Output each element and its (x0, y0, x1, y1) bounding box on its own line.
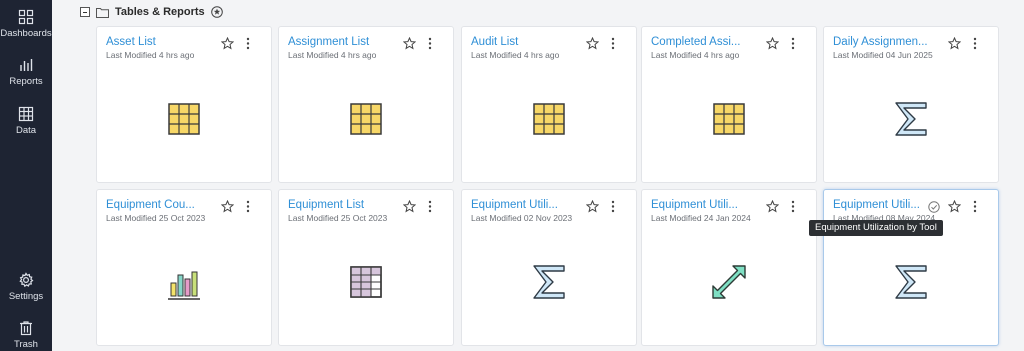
more-options-icon[interactable] (608, 200, 618, 213)
sigma-icon (895, 265, 927, 299)
sidebar-item-label: Settings (8, 291, 44, 302)
more-options-icon[interactable] (425, 200, 435, 213)
report-card[interactable]: Audit List Last Modified 4 hrs ago (461, 26, 637, 183)
gear-icon (19, 272, 34, 288)
star-icon[interactable] (766, 37, 779, 50)
star-icon[interactable] (766, 200, 779, 213)
card-modified: Last Modified 04 Jun 2025 (833, 50, 933, 60)
favorite-badge-icon[interactable] (210, 6, 223, 18)
more-options-icon[interactable] (243, 37, 253, 50)
sidebar-item-label: Reports (9, 76, 43, 87)
star-icon[interactable] (586, 37, 599, 50)
section-title: Tables & Reports (115, 6, 205, 18)
folder-icon (96, 7, 109, 18)
card-modified: Last Modified 4 hrs ago (288, 50, 377, 60)
pivot-table-icon (350, 266, 382, 298)
report-card[interactable]: Equipment Utili... Last Modified 24 Jan … (641, 189, 817, 346)
table-icon (168, 103, 200, 135)
star-icon[interactable] (403, 200, 416, 213)
card-title[interactable]: Completed Assi... (651, 36, 766, 48)
star-icon[interactable] (586, 200, 599, 213)
star-icon[interactable] (221, 37, 234, 50)
more-options-icon[interactable] (970, 37, 980, 50)
more-options-icon[interactable] (788, 200, 798, 213)
card-title[interactable]: Asset List (106, 36, 221, 48)
more-options-icon[interactable] (788, 37, 798, 50)
card-modified: Last Modified 02 Nov 2023 (471, 213, 573, 223)
section-header: Tables & Reports (80, 4, 223, 20)
sidebar: Dashboards Reports Data Settings Trash (0, 0, 52, 351)
table-icon (350, 103, 382, 135)
more-options-icon[interactable] (608, 37, 618, 50)
card-title[interactable]: Assignment List (288, 36, 403, 48)
report-card[interactable]: Equipment List Last Modified 25 Oct 2023 (278, 189, 454, 346)
sidebar-item-settings[interactable]: Settings (0, 272, 52, 302)
trash-icon (20, 321, 32, 336)
card-modified: Last Modified 25 Oct 2023 (288, 213, 388, 223)
sidebar-item-reports[interactable]: Reports (0, 57, 52, 87)
main-content: Tables & Reports Asset List Last Modifie… (52, 0, 1024, 351)
card-modified: Last Modified 25 Oct 2023 (106, 213, 206, 223)
report-card[interactable]: Daily Assignmen... Last Modified 04 Jun … (823, 26, 999, 183)
sidebar-item-label: Dashboards (0, 28, 52, 39)
sidebar-item-dashboards[interactable]: Dashboards (0, 9, 52, 39)
check-circle-icon (928, 201, 940, 213)
collapse-toggle[interactable] (80, 7, 90, 17)
tooltip: Equipment Utilization by Tool (809, 220, 943, 236)
dashboards-icon (18, 9, 34, 25)
card-modified: Last Modified 4 hrs ago (471, 50, 560, 60)
more-options-icon[interactable] (243, 200, 253, 213)
bar-chart-icon (168, 271, 200, 300)
star-icon[interactable] (948, 200, 961, 213)
reports-icon (20, 59, 33, 71)
report-card[interactable]: Completed Assi... Last Modified 4 hrs ag… (641, 26, 817, 183)
sidebar-item-data[interactable]: Data (0, 106, 52, 136)
sidebar-item-label: Trash (14, 339, 38, 350)
card-title[interactable]: Equipment List (288, 199, 403, 211)
report-card[interactable]: Equipment Utili... Last Modified 02 Nov … (461, 189, 637, 346)
star-icon[interactable] (403, 37, 416, 50)
sigma-icon (533, 265, 565, 299)
report-card[interactable]: Asset List Last Modified 4 hrs ago (96, 26, 272, 183)
more-options-icon[interactable] (425, 37, 435, 50)
card-title[interactable]: Equipment Utili... (651, 199, 766, 211)
report-card[interactable]: Assignment List Last Modified 4 hrs ago (278, 26, 454, 183)
card-title[interactable]: Daily Assignmen... (833, 36, 948, 48)
card-title[interactable]: Equipment Utili... (471, 199, 586, 211)
card-modified: Last Modified 4 hrs ago (651, 50, 740, 60)
star-icon[interactable] (948, 37, 961, 50)
report-card[interactable]: Equipment Cou... Last Modified 25 Oct 20… (96, 189, 272, 346)
table-icon (713, 103, 745, 135)
report-card[interactable]: Equipment Utili... Last Modified 08 May … (823, 189, 999, 346)
expand-arrows-icon (712, 265, 746, 299)
sidebar-item-label: Data (15, 125, 37, 136)
data-icon (18, 106, 34, 122)
card-modified: Last Modified 4 hrs ago (106, 50, 195, 60)
more-options-icon[interactable] (970, 200, 980, 213)
card-title[interactable]: Audit List (471, 36, 586, 48)
star-icon[interactable] (221, 200, 234, 213)
card-modified: Last Modified 24 Jan 2024 (651, 213, 751, 223)
table-icon (533, 103, 565, 135)
sigma-icon (895, 102, 927, 136)
sidebar-item-trash[interactable]: Trash (0, 320, 52, 350)
card-title[interactable]: Equipment Cou... (106, 199, 221, 211)
